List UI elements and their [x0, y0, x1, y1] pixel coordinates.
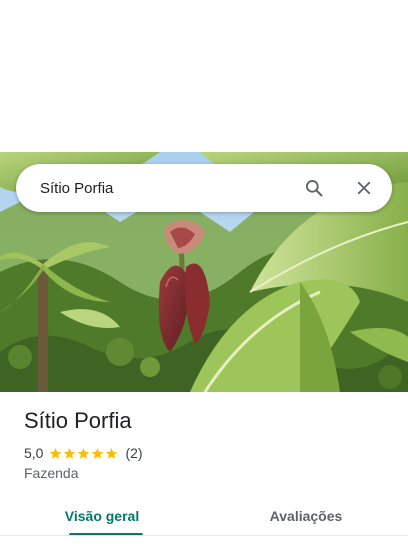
tab-reviews[interactable]: Avaliações: [204, 496, 408, 536]
place-title: Sítio Porfia: [24, 408, 132, 433]
tab-overview-label: Visão geral: [64, 508, 140, 524]
star-icon: [64, 447, 76, 459]
star-rating: [49, 447, 119, 460]
star-icon: [50, 447, 62, 459]
map-blank-area: [0, 0, 408, 152]
tabs-divider: [0, 535, 408, 536]
rating-row[interactable]: 5,0 (2): [24, 444, 143, 462]
tab-reviews-label: Avaliações: [269, 508, 343, 524]
search-input[interactable]: [16, 179, 290, 197]
review-count[interactable]: (2): [125, 445, 142, 461]
star-icon: [92, 447, 104, 459]
place-tabs: Visão geral Avaliações: [0, 496, 408, 536]
search-bar[interactable]: [16, 164, 392, 212]
search-button[interactable]: [290, 164, 338, 212]
tab-overview[interactable]: Visão geral: [0, 496, 204, 536]
place-category: Fazenda: [24, 465, 79, 481]
star-icon: [106, 447, 118, 459]
star-icon: [78, 447, 90, 459]
close-button[interactable]: [340, 164, 388, 212]
close-icon: [357, 181, 371, 195]
place-details-page: Sítio Porfia 5,0 (2) Fazenda Visão geral…: [0, 0, 408, 544]
rating-value: 5,0: [24, 445, 44, 461]
search-icon: [306, 180, 323, 197]
